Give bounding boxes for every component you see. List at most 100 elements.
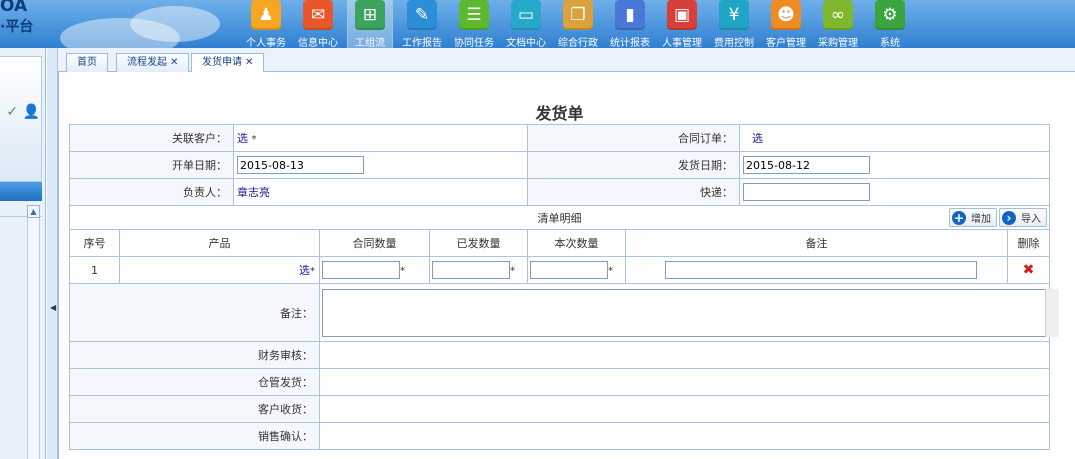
plus-icon: + [952,210,967,225]
tab-label: 流程发起 [127,57,167,68]
ship-date-label: 发货日期： [526,151,741,179]
nav-item-customers[interactable]: ☻ 客户管理 [763,0,809,48]
list-detail-header: 清单明细 + 增加 › 导入 [68,205,1051,230]
nav-item-label: 费用控制 [714,38,754,48]
contract-label: 合同订单： [526,124,741,152]
close-icon[interactable]: ✕ [170,57,178,68]
contract-qty-input[interactable] [322,261,400,279]
finance-review-value [318,341,1051,369]
current-qty-input[interactable] [530,261,608,279]
row-delete-cell: ✖ [1007,256,1051,284]
row-current-qty-cell: * [527,256,626,284]
row-remark-input[interactable] [665,261,977,279]
nav-item-purchase[interactable]: ∞ 采购管理 [815,0,861,48]
col-header-contract-qty: 合同数量 [319,229,430,257]
customer-label: 关联客户： [69,124,234,152]
nav-item-workflow[interactable]: ⊞ 工组流 [347,0,393,48]
required-mark: * [510,265,515,277]
row-shipped-qty-cell: * [429,256,528,284]
sidebar-scrollbar[interactable] [27,218,40,459]
ship-date-cell [739,151,1051,179]
nav-item-folder[interactable]: ▭ 文档中心 [503,0,549,48]
task-icon: ☰ [459,0,489,30]
col-header-product: 产品 [119,229,320,257]
sidebar-collapse-splitter[interactable]: ◀ [47,48,58,459]
gear-icon: ⚙ [875,0,905,30]
required-mark: * [251,134,257,145]
row-product-cell[interactable]: 选* [119,256,320,284]
delete-x-icon[interactable]: ✖ [1023,262,1035,278]
sidebar-icons: ✓ 👤 [0,104,40,122]
content-area: 发货单 关联客户： 选 * 合同订单： 选 开单日期： 发货日期： 负责人： 章… [58,72,1075,459]
page-title: 发货单 [535,104,584,123]
import-button[interactable]: › 导入 [999,208,1048,227]
shipped-qty-input[interactable] [432,261,510,279]
nav-item-hr-card[interactable]: ▣ 人事管理 [659,0,705,48]
tab-home[interactable]: 首页 [66,53,108,72]
col-header-index: 序号 [69,229,120,257]
logo-text-line2: ·平台 [0,19,34,35]
owner-value[interactable]: 章志亮 [233,178,528,206]
nav-item-label: 统计报表 [610,38,650,48]
scroll-up-icon[interactable]: ▲ [27,205,40,218]
add-row-button[interactable]: + 增加 [949,208,998,227]
customer-field[interactable]: 选 * [233,124,528,152]
contract-field[interactable]: 选 [739,124,1051,152]
warehouse-ship-label: 仓管发货： [69,368,320,396]
customer-receive-label: 客户收货： [69,395,320,423]
nav-item-label: 客户管理 [766,38,806,48]
customers-icon: ☻ [771,0,801,30]
close-icon[interactable]: ✕ [245,57,253,68]
chart-icon: ▮ [615,0,645,30]
nav-item-yen[interactable]: ¥ 费用控制 [711,0,757,48]
product-select-link[interactable]: 选 [299,264,310,277]
nav-item-label: 个人事务 [246,38,286,48]
contract-select-link[interactable]: 选 [752,132,763,145]
nav-item-label: 文档中心 [506,38,546,48]
express-cell [739,178,1051,206]
nav-item-task[interactable]: ☰ 协同任务 [451,0,497,48]
add-label: 增加 [971,214,992,225]
person-icon: ♟ [251,0,281,30]
textarea-scrollbar[interactable] [1045,288,1059,337]
logo-text-line1: OA [0,0,28,16]
row-index: 1 [69,256,120,284]
admin-icon: ❐ [563,0,593,30]
top-header: OA ·平台 ♟ 个人事务 ✉ 信息中心 ⊞ 工组流 ✎ 工作报告 ☰ 协同任务 ▭ 文档中心 ❐ 综合行… [0,0,1075,48]
nav-item-label: 系统 [880,38,900,48]
nav-item-label: 采购管理 [818,38,858,48]
nav-item-gear[interactable]: ⚙ 系统 [867,0,913,48]
nav-item-person[interactable]: ♟ 个人事务 [243,0,289,48]
remark-label: 备注： [69,283,320,342]
tab-shipping-request[interactable]: 发货申请 ✕ [191,53,265,73]
nav-item-label: 工组流 [355,38,385,48]
col-header-remark: 备注 [624,229,1009,257]
required-mark: * [400,265,405,277]
nav-item-admin[interactable]: ❐ 综合行政 [555,0,601,48]
user-icon[interactable]: 👤 [23,104,40,120]
customer-receive-value [318,395,1051,423]
tab-process-start[interactable]: 流程发起 ✕ [116,53,190,72]
nav-item-chat[interactable]: ✉ 信息中心 [295,0,341,48]
customer-select-link[interactable]: 选 [237,132,248,145]
remark-textarea[interactable] [322,288,1059,337]
nav-item-label: 协同任务 [454,38,494,48]
yen-icon: ¥ [719,0,749,30]
app-logo: OA ·平台 [0,0,60,48]
table-row: 1 选* * * * ✖ [69,256,1051,284]
warehouse-ship-value [318,368,1051,396]
nav-item-report[interactable]: ✎ 工作报告 [399,0,445,48]
shipping-form-table: 关联客户： 选 * 合同订单： 选 开单日期： 发货日期： 负责人： 章志亮 快… [68,124,1059,450]
col-header-shipped-qty: 已发数量 [429,229,528,257]
express-input[interactable] [743,183,871,201]
collapse-arrow-icon[interactable]: ◀ [50,303,56,312]
nav-item-chart[interactable]: ▮ 统计报表 [607,0,653,48]
check-icon[interactable]: ✓ [6,104,18,120]
sidebar: ✓ 👤 ▲ [0,48,46,459]
ship-date-input[interactable] [743,156,871,174]
open-date-input[interactable] [237,156,364,174]
nav-item-label: 人事管理 [662,38,702,48]
open-date-label: 开单日期： [69,151,234,179]
sales-confirm-label: 销售确认： [69,422,320,450]
finance-review-label: 财务审核： [69,341,320,369]
